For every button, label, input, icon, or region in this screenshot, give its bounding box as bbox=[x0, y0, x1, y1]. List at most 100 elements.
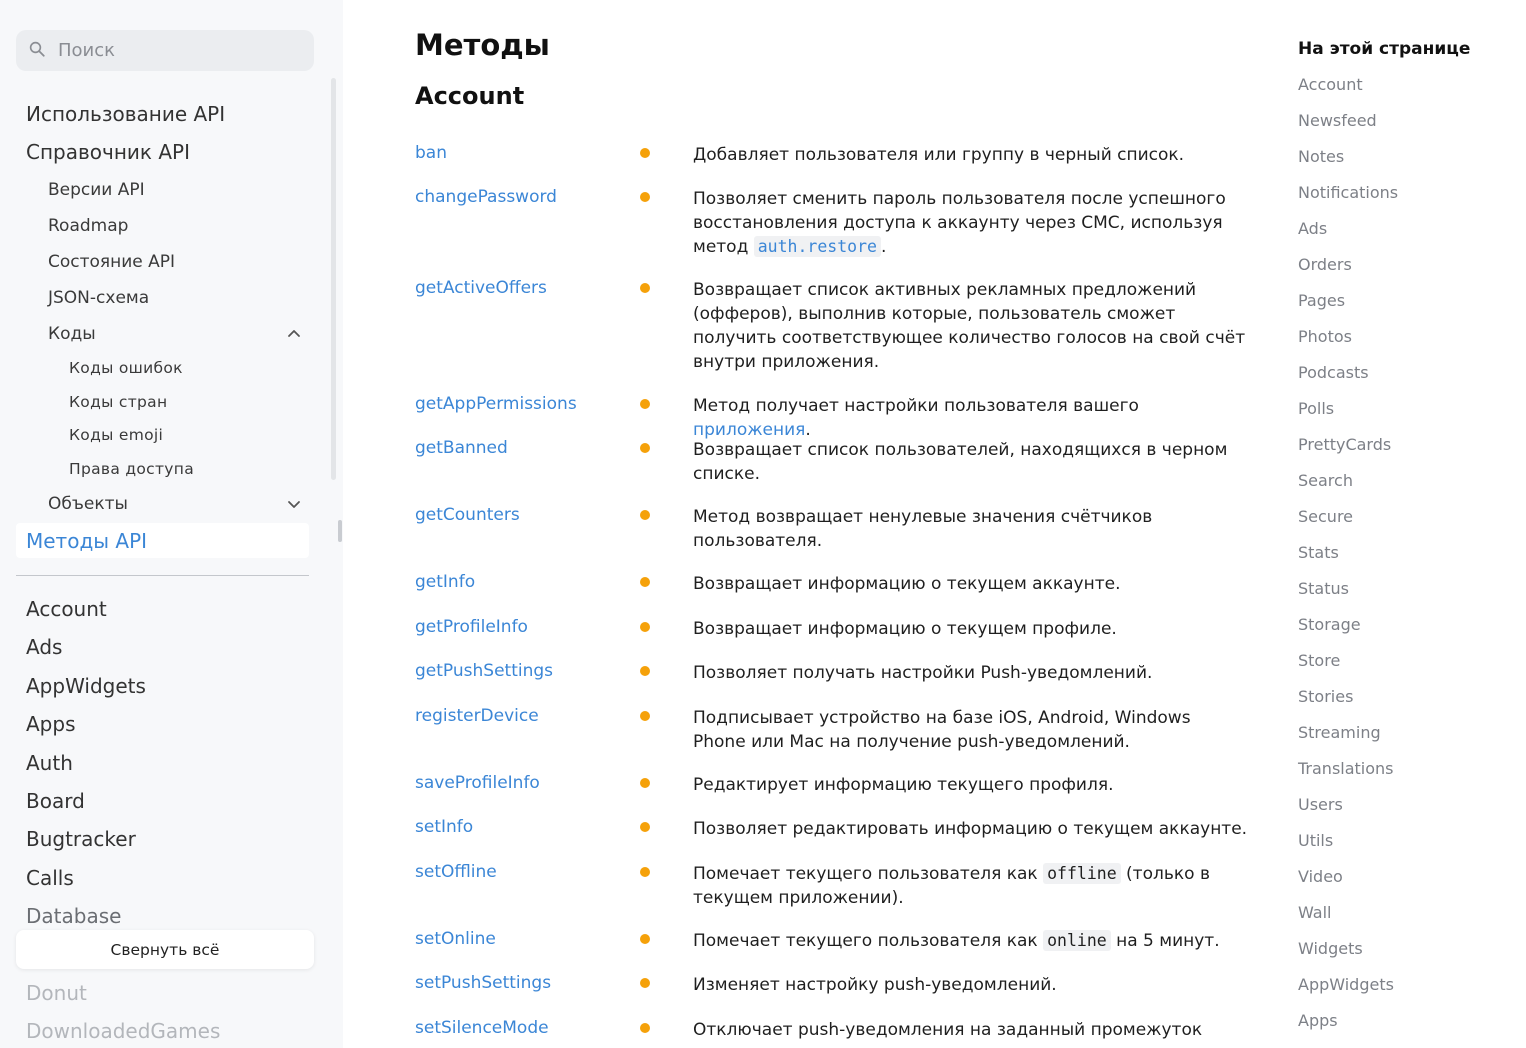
method-description: Добавляет пользователя или группу в черн… bbox=[693, 145, 1185, 165]
toc-item[interactable]: Apps bbox=[1298, 1011, 1338, 1030]
sidebar-item-access-rights[interactable]: Права доступа bbox=[69, 460, 194, 478]
toc-item[interactable]: Newsfeed bbox=[1298, 111, 1377, 130]
toc-item[interactable]: Search bbox=[1298, 471, 1353, 490]
status-dot bbox=[640, 822, 650, 832]
toc-item[interactable]: Video bbox=[1298, 867, 1343, 886]
toc-item[interactable]: Account bbox=[1298, 75, 1363, 94]
toc-item[interactable]: Polls bbox=[1298, 399, 1334, 418]
sidebar-item-country-codes[interactable]: Коды стран bbox=[69, 393, 167, 411]
sidebar-item-api-reference[interactable]: Справочник API bbox=[26, 140, 190, 164]
sidebar-item-auth[interactable]: Auth bbox=[26, 751, 73, 775]
toc-item[interactable]: PrettyCards bbox=[1298, 435, 1391, 454]
inline-code: offline bbox=[1043, 863, 1121, 884]
sidebar-item-emoji-codes[interactable]: Коды emoji bbox=[69, 426, 163, 444]
method-link[interactable]: registerDevice bbox=[415, 706, 539, 726]
sidebar-item-ads[interactable]: Ads bbox=[26, 635, 62, 659]
toc-item[interactable]: Notifications bbox=[1298, 183, 1398, 202]
method-link[interactable]: getPushSettings bbox=[415, 661, 553, 681]
chevron-up-icon[interactable] bbox=[286, 326, 302, 342]
toc-item[interactable]: Photos bbox=[1298, 327, 1352, 346]
toc-item[interactable]: Podcasts bbox=[1298, 363, 1369, 382]
app-link[interactable]: приложения bbox=[693, 420, 805, 440]
toc-item[interactable]: Stats bbox=[1298, 543, 1339, 562]
method-description: Позволяет получать настройки Push-уведом… bbox=[693, 663, 1153, 683]
sidebar-item-api-versions[interactable]: Версии API bbox=[48, 180, 145, 200]
method-description: Подписывает устройство на базе iOS, Andr… bbox=[693, 708, 1191, 752]
toc-item[interactable]: Widgets bbox=[1298, 939, 1363, 958]
method-description: Позволяет сменить пароль пользователя по… bbox=[693, 189, 1226, 257]
toc-item[interactable]: Pages bbox=[1298, 291, 1345, 310]
status-dot bbox=[640, 399, 650, 409]
toc-item[interactable]: Wall bbox=[1298, 903, 1332, 922]
status-dot bbox=[640, 934, 650, 944]
method-link[interactable]: setPushSettings bbox=[415, 973, 551, 993]
sidebar-item-api-methods[interactable]: Методы API bbox=[26, 529, 147, 553]
toc-item[interactable]: Secure bbox=[1298, 507, 1353, 526]
status-dot bbox=[640, 867, 650, 877]
status-dot bbox=[640, 1023, 650, 1033]
method-link[interactable]: setOnline bbox=[415, 929, 496, 949]
sidebar-item-api-usage[interactable]: Использование API bbox=[26, 102, 225, 126]
toc-item[interactable]: Streaming bbox=[1298, 723, 1381, 742]
method-link[interactable]: getCounters bbox=[415, 505, 520, 525]
toc-item[interactable]: Status bbox=[1298, 579, 1349, 598]
sidebar-item-apps[interactable]: Apps bbox=[26, 712, 76, 736]
sidebar-item-downloadedgames[interactable]: DownloadedGames bbox=[26, 1019, 220, 1043]
sidebar-item-calls[interactable]: Calls bbox=[26, 866, 74, 890]
method-link[interactable]: setOffline bbox=[415, 862, 497, 882]
search-input[interactable] bbox=[58, 40, 298, 61]
sidebar-item-objects[interactable]: Объекты bbox=[48, 494, 128, 514]
sidebar-item-board[interactable]: Board bbox=[26, 789, 85, 813]
method-description: Позволяет редактировать информацию о тек… bbox=[693, 819, 1248, 839]
toc-item[interactable]: Notes bbox=[1298, 147, 1344, 166]
method-link[interactable]: setSilenceMode bbox=[415, 1018, 549, 1038]
section-title: Account bbox=[415, 82, 525, 110]
search-icon bbox=[28, 40, 46, 62]
sidebar-item-api-status[interactable]: Состояние API bbox=[48, 252, 175, 272]
sidebar-item-appwidgets[interactable]: AppWidgets bbox=[26, 674, 146, 698]
toc-item[interactable]: AppWidgets bbox=[1298, 975, 1394, 994]
method-link[interactable]: getProfileInfo bbox=[415, 617, 528, 637]
sidebar-item-roadmap[interactable]: Roadmap bbox=[48, 216, 128, 236]
toc-item[interactable]: Ads bbox=[1298, 219, 1327, 238]
method-description: Возвращает список активных рекламных пре… bbox=[693, 280, 1246, 372]
code-link[interactable]: auth.restore bbox=[753, 236, 881, 257]
method-link[interactable]: getInfo bbox=[415, 572, 475, 592]
toc-item[interactable]: Store bbox=[1298, 651, 1340, 670]
toc-item[interactable]: Translations bbox=[1298, 759, 1394, 778]
sidebar-item-bugtracker[interactable]: Bugtracker bbox=[26, 827, 136, 851]
method-link[interactable]: setInfo bbox=[415, 817, 473, 837]
status-dot bbox=[640, 978, 650, 988]
toc-item[interactable]: Orders bbox=[1298, 255, 1352, 274]
method-description: Возвращает информацию о текущем профиле. bbox=[693, 619, 1117, 639]
status-dot bbox=[640, 577, 650, 587]
sidebar-item-error-codes[interactable]: Коды ошибок bbox=[69, 359, 183, 377]
search-box[interactable] bbox=[16, 30, 314, 71]
sidebar-divider bbox=[16, 575, 309, 576]
sidebar-item-json-schema[interactable]: JSON-схема bbox=[48, 288, 149, 308]
method-link[interactable]: getBanned bbox=[415, 438, 508, 458]
method-link[interactable]: getAppPermissions bbox=[415, 394, 577, 414]
status-dot bbox=[640, 510, 650, 520]
method-link[interactable]: getActiveOffers bbox=[415, 278, 547, 298]
sidebar-resize-handle[interactable] bbox=[338, 520, 342, 542]
toc-item[interactable]: Utils bbox=[1298, 831, 1333, 850]
main-content: Методы Account ban Добавляет пользовател… bbox=[343, 0, 1283, 1048]
method-link[interactable]: changePassword bbox=[415, 187, 557, 207]
toc-item[interactable]: Storage bbox=[1298, 615, 1361, 634]
sidebar-item-donut[interactable]: Donut bbox=[26, 981, 87, 1005]
method-description: Помечает текущего пользователя как offli… bbox=[693, 863, 1210, 908]
method-link[interactable]: saveProfileInfo bbox=[415, 773, 540, 793]
method-description: Помечает текущего пользователя как onlin… bbox=[693, 930, 1220, 951]
toc-title: На этой странице bbox=[1298, 39, 1471, 59]
toc-item[interactable]: Stories bbox=[1298, 687, 1353, 706]
sidebar-scrollbar[interactable] bbox=[331, 78, 336, 480]
collapse-all-button[interactable]: Свернуть всё bbox=[16, 930, 314, 969]
toc-item[interactable]: Users bbox=[1298, 795, 1343, 814]
sidebar-item-codes[interactable]: Коды bbox=[48, 324, 96, 344]
method-description: Метод возвращает ненулевые значения счёт… bbox=[693, 507, 1153, 551]
method-link[interactable]: ban bbox=[415, 143, 447, 163]
chevron-down-icon[interactable] bbox=[286, 496, 302, 512]
sidebar-item-database[interactable]: Database bbox=[26, 904, 121, 928]
sidebar-item-account[interactable]: Account bbox=[26, 597, 107, 621]
